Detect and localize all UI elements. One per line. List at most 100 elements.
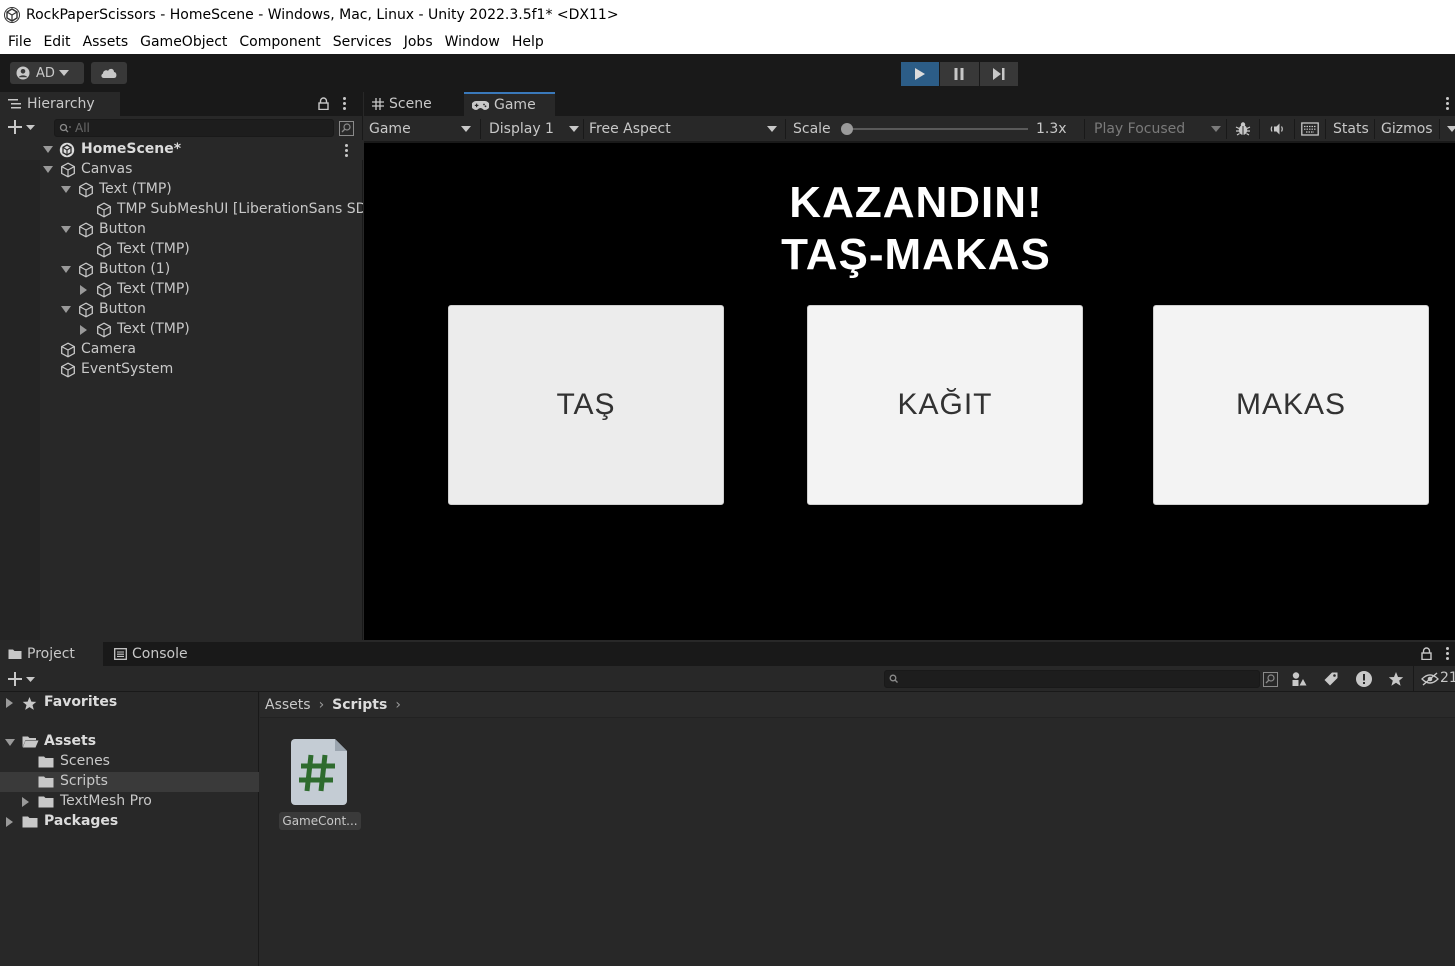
tab-project[interactable]: Project bbox=[0, 642, 103, 666]
chevron-down-icon[interactable] bbox=[5, 739, 15, 746]
hierarchy-item[interactable]: Canvas bbox=[0, 160, 363, 180]
chevron-down-icon[interactable] bbox=[43, 146, 53, 153]
project-menu-icon[interactable] bbox=[1446, 647, 1449, 660]
chevron-right-icon[interactable] bbox=[80, 325, 87, 335]
tab-scene-label: Scene bbox=[389, 96, 432, 112]
breadcrumb-scripts[interactable]: Scripts bbox=[332, 697, 387, 713]
window-titlebar: RockPaperScissors - HomeScene - Windows,… bbox=[0, 0, 1455, 30]
chevron-right-icon[interactable] bbox=[80, 285, 87, 295]
bug-icon[interactable] bbox=[1235, 121, 1251, 137]
hierarchy-item-label: Text (TMP) bbox=[117, 281, 190, 297]
step-button[interactable] bbox=[979, 62, 1018, 86]
display-select[interactable]: Display 1 bbox=[489, 116, 579, 142]
chevron-down-icon[interactable] bbox=[61, 226, 71, 233]
hierarchy-item[interactable]: TMP SubMeshUI [LiberationSans SDF Materi… bbox=[0, 200, 363, 220]
hierarchy-item[interactable]: Text (TMP) bbox=[0, 180, 363, 200]
chevron-down-icon[interactable] bbox=[43, 166, 53, 173]
hierarchy-item[interactable]: EventSystem bbox=[0, 360, 363, 380]
stats-button[interactable]: Stats bbox=[1333, 116, 1369, 142]
folder-item-packages[interactable]: Packages bbox=[0, 812, 259, 832]
play-button[interactable] bbox=[901, 62, 940, 86]
hierarchy-item[interactable]: Camera bbox=[0, 340, 363, 360]
menu-gameobject[interactable]: GameObject bbox=[134, 30, 233, 54]
folder-item-assets[interactable]: Assets bbox=[0, 732, 259, 752]
scene-search-icon[interactable] bbox=[339, 121, 354, 136]
lock-icon[interactable] bbox=[1421, 647, 1432, 660]
speaker-icon[interactable] bbox=[1269, 122, 1287, 136]
plus-icon bbox=[8, 672, 22, 686]
create-dropdown[interactable] bbox=[8, 120, 35, 134]
tab-game-label: Game bbox=[494, 97, 536, 113]
folder-item-label: Packages bbox=[44, 813, 119, 829]
view-select[interactable]: Game bbox=[369, 116, 475, 142]
star-icon[interactable] bbox=[1388, 671, 1404, 687]
menu-help[interactable]: Help bbox=[506, 30, 550, 54]
project-create-dropdown[interactable] bbox=[8, 672, 35, 686]
scale-slider-handle[interactable] bbox=[841, 123, 853, 135]
hierarchy-tabbar: Hierarchy bbox=[0, 92, 362, 116]
tab-hierarchy[interactable]: Hierarchy bbox=[0, 92, 120, 116]
gizmos-chevron-down-icon[interactable] bbox=[1447, 126, 1455, 132]
step-icon bbox=[992, 68, 1005, 80]
chevron-down-icon[interactable] bbox=[61, 266, 71, 273]
menu-services[interactable]: Services bbox=[327, 30, 398, 54]
chevron-right-icon[interactable] bbox=[6, 698, 13, 708]
folder-item-scenes[interactable]: Scenes bbox=[0, 752, 259, 772]
scene-row[interactable]: HomeScene* bbox=[0, 140, 363, 160]
breadcrumb-assets[interactable]: Assets bbox=[265, 697, 311, 713]
hierarchy-item-label: Camera bbox=[81, 341, 136, 357]
chevron-down-icon[interactable] bbox=[61, 186, 71, 193]
menu-jobs[interactable]: Jobs bbox=[398, 30, 439, 54]
hierarchy-item[interactable]: Button bbox=[0, 220, 363, 240]
scale-slider-track[interactable] bbox=[844, 128, 1028, 130]
aspect-select[interactable]: Free Aspect bbox=[589, 116, 779, 142]
game-panel-menu-icon[interactable] bbox=[1446, 97, 1449, 110]
hierarchy-search-input[interactable]: All bbox=[54, 119, 334, 137]
chevron-right-icon[interactable]: › bbox=[395, 697, 401, 713]
gizmos-button[interactable]: Gizmos bbox=[1381, 116, 1433, 142]
rock-button[interactable]: TAŞ bbox=[448, 305, 724, 505]
search-scope-icon[interactable] bbox=[1263, 672, 1278, 687]
menu-component[interactable]: Component bbox=[233, 30, 326, 54]
hierarchy-item[interactable]: Text (TMP) bbox=[0, 280, 363, 300]
menu-edit[interactable]: Edit bbox=[37, 30, 76, 54]
menu-window[interactable]: Window bbox=[439, 30, 506, 54]
folder-item-favorites[interactable]: Favorites bbox=[0, 693, 259, 713]
hierarchy-item[interactable]: Button bbox=[0, 300, 363, 320]
tag-icon[interactable] bbox=[1323, 671, 1339, 687]
csharp-script-icon bbox=[291, 739, 347, 805]
tab-scene[interactable]: Scene bbox=[364, 92, 460, 116]
hierarchy-menu-icon[interactable] bbox=[343, 97, 346, 110]
lock-icon[interactable] bbox=[318, 97, 329, 110]
chevron-right-icon[interactable] bbox=[6, 817, 13, 827]
tab-game[interactable]: Game bbox=[464, 92, 555, 116]
pause-button[interactable] bbox=[940, 62, 979, 86]
hierarchy-item[interactable]: Button (1) bbox=[0, 260, 363, 280]
tab-console[interactable]: Console bbox=[106, 642, 206, 666]
keyboard-icon[interactable] bbox=[1301, 122, 1319, 136]
main-toolbar: AD bbox=[0, 54, 1455, 92]
folder-icon bbox=[8, 649, 22, 659]
hierarchy-item[interactable]: Text (TMP) bbox=[0, 240, 363, 260]
folder-item-textmesh-pro[interactable]: TextMesh Pro bbox=[0, 792, 259, 812]
game-panel: Scene Game Game Display 1 Free Aspect Sc… bbox=[364, 92, 1455, 640]
project-tabbar: Project Console bbox=[0, 642, 1455, 666]
cloud-button[interactable] bbox=[91, 62, 127, 84]
hidden-packages-icon[interactable] bbox=[1421, 672, 1439, 686]
scissors-button[interactable]: MAKAS bbox=[1153, 305, 1429, 505]
account-dropdown[interactable]: AD bbox=[10, 62, 84, 84]
filter-by-type-icon[interactable] bbox=[1291, 671, 1307, 687]
project-search-input[interactable] bbox=[884, 670, 1260, 688]
folder-item-scripts[interactable]: Scripts bbox=[0, 772, 259, 792]
chevron-down-icon[interactable] bbox=[61, 306, 71, 313]
gameobject-cube-icon bbox=[78, 222, 94, 240]
hierarchy-item-label: Text (TMP) bbox=[117, 241, 190, 257]
warning-filter-icon[interactable] bbox=[1355, 670, 1373, 688]
scene-menu-icon[interactable] bbox=[345, 144, 348, 157]
paper-button[interactable]: KAĞIT bbox=[807, 305, 1083, 505]
chevron-right-icon[interactable] bbox=[22, 797, 29, 807]
play-mode-select[interactable]: Play Focused bbox=[1094, 116, 1222, 142]
menu-assets[interactable]: Assets bbox=[77, 30, 135, 54]
hierarchy-item[interactable]: Text (TMP) bbox=[0, 320, 363, 340]
menu-file[interactable]: File bbox=[2, 30, 37, 54]
